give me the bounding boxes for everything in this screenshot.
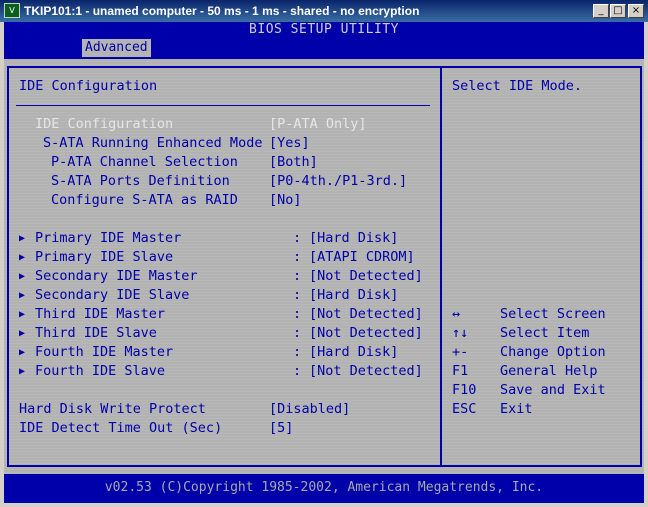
- option-value[interactable]: [5]: [269, 419, 293, 437]
- bios-screen[interactable]: BIOS SETUP UTILITY Advanced IDE Configur…: [4, 22, 644, 503]
- close-button[interactable]: ×: [628, 4, 644, 18]
- setting-value[interactable]: [Yes]: [269, 134, 310, 152]
- key-name: ↔: [452, 306, 461, 322]
- setting-value[interactable]: [No]: [269, 191, 302, 209]
- key-name: +-: [452, 344, 469, 360]
- key-action: Select Screen: [500, 306, 606, 322]
- section-rule: [16, 105, 430, 106]
- key-action: Change Option: [500, 344, 606, 360]
- section-title: IDE Configuration: [19, 78, 158, 94]
- device-value: [Not Detected]: [309, 268, 423, 284]
- key-action: Select Item: [500, 325, 590, 341]
- device-separator: :: [293, 344, 302, 360]
- window-titlebar[interactable]: V TKIP101:1 - unamed computer - 50 ms - …: [0, 0, 648, 22]
- tab-advanced[interactable]: Advanced: [82, 39, 151, 57]
- submenu-arrow-icon: ▶: [19, 366, 26, 377]
- device-label[interactable]: Third IDE Master: [35, 305, 165, 323]
- device-value: [Hard Disk]: [309, 344, 399, 360]
- device-label[interactable]: Fourth IDE Master: [35, 343, 173, 361]
- option-label: IDE Detect Time Out (Sec): [19, 420, 223, 436]
- minimize-button[interactable]: _: [593, 4, 609, 18]
- key-name: ↑↓: [452, 325, 469, 341]
- help-text: Select IDE Mode.: [452, 78, 583, 94]
- setting-value[interactable]: [P0-4th./P1-3rd.]: [269, 172, 407, 190]
- copyright-text: v02.53 (C)Copyright 1985-2002, American …: [104, 480, 544, 495]
- submenu-arrow-icon: ▶: [19, 309, 26, 320]
- device-separator: :: [293, 325, 302, 341]
- bios-header: BIOS SETUP UTILITY Advanced: [4, 22, 644, 59]
- key-name: F10: [452, 382, 477, 398]
- device-separator: :: [293, 268, 302, 284]
- device-separator: :: [293, 363, 302, 379]
- setting-value[interactable]: [Both]: [269, 153, 318, 171]
- option-value[interactable]: [Disabled]: [269, 400, 350, 418]
- device-value: [Not Detected]: [309, 306, 423, 322]
- vnc-icon: V: [4, 3, 20, 18]
- device-label[interactable]: Primary IDE Master: [35, 229, 181, 247]
- device-label[interactable]: Secondary IDE Master: [35, 267, 198, 285]
- setting-label: S-ATA Ports Definition: [51, 173, 230, 189]
- setting-label: P-ATA Channel Selection: [51, 154, 238, 170]
- device-label[interactable]: Fourth IDE Slave: [35, 362, 165, 380]
- submenu-arrow-icon: ▶: [19, 233, 26, 244]
- setting-value[interactable]: [P-ATA Only]: [269, 115, 367, 133]
- submenu-arrow-icon: ▶: [19, 252, 26, 263]
- device-value: [Not Detected]: [309, 325, 423, 341]
- device-value: [Not Detected]: [309, 363, 423, 379]
- setting-label: IDE Configuration: [35, 116, 174, 132]
- setting-label: Configure S-ATA as RAID: [51, 192, 238, 208]
- submenu-arrow-icon: ▶: [19, 347, 26, 358]
- device-value: [Hard Disk]: [309, 230, 399, 246]
- option-label: Hard Disk Write Protect: [19, 401, 206, 417]
- bios-title: BIOS SETUP UTILITY: [249, 22, 399, 37]
- device-value: [Hard Disk]: [309, 287, 399, 303]
- device-separator: :: [293, 287, 302, 303]
- key-action: Exit: [500, 401, 533, 417]
- key-name: ESC: [452, 401, 477, 417]
- device-separator: :: [293, 249, 302, 265]
- device-label[interactable]: Secondary IDE Slave: [35, 286, 189, 304]
- submenu-arrow-icon: ▶: [19, 271, 26, 282]
- device-value: [ATAPI CDROM]: [309, 249, 415, 265]
- key-name: F1: [452, 363, 469, 379]
- bios-footer: v02.53 (C)Copyright 1985-2002, American …: [4, 474, 644, 503]
- device-label[interactable]: Third IDE Slave: [35, 324, 157, 342]
- device-separator: :: [293, 230, 302, 246]
- key-action: Save and Exit: [500, 382, 606, 398]
- device-separator: :: [293, 306, 302, 322]
- submenu-arrow-icon: ▶: [19, 290, 26, 301]
- device-label[interactable]: Primary IDE Slave: [35, 248, 173, 266]
- submenu-arrow-icon: ▶: [19, 328, 26, 339]
- setting-label: S-ATA Running Enhanced Mode: [43, 135, 263, 151]
- window-title: TKIP101:1 - unamed computer - 50 ms - 1 …: [24, 4, 420, 18]
- panel-divider: [440, 66, 442, 467]
- key-action: General Help: [500, 363, 598, 379]
- maximize-button[interactable]: □: [610, 4, 626, 18]
